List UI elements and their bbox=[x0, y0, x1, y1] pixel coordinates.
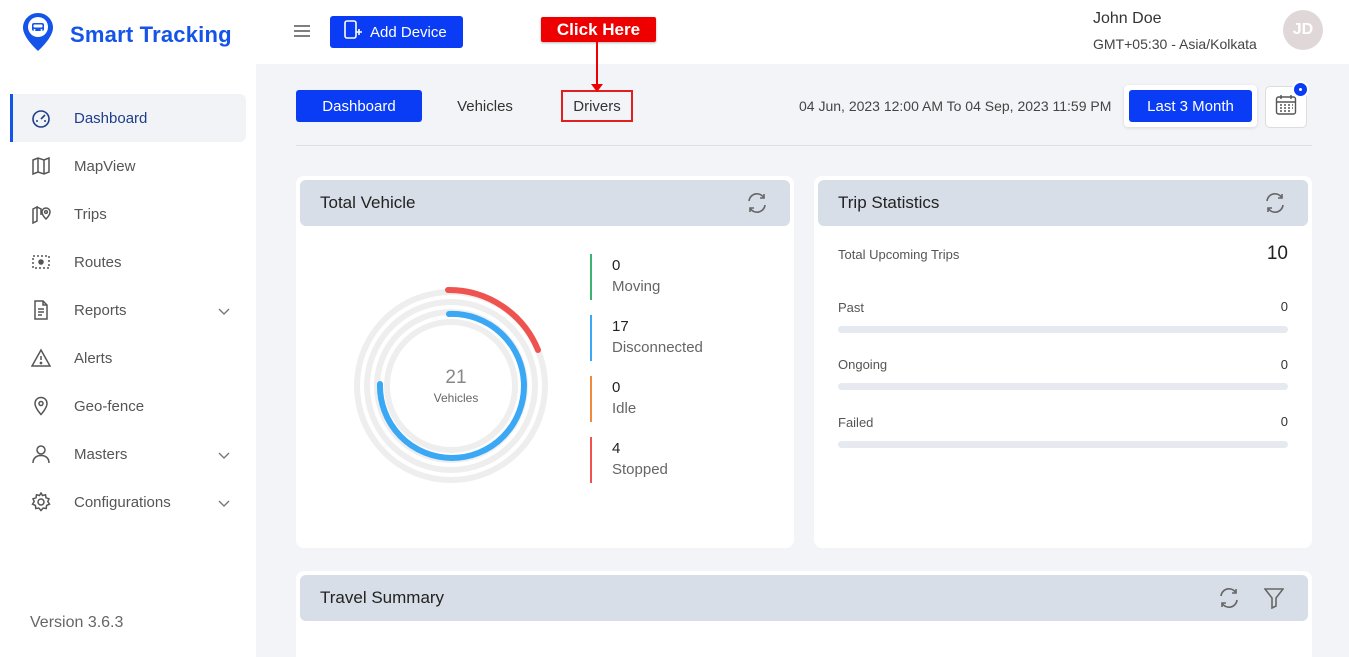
sidebar-item-label: Geo-fence bbox=[74, 397, 145, 415]
sidebar-item-label: Dashboard bbox=[74, 109, 148, 127]
sidebar-item-reports[interactable]: Reports bbox=[10, 286, 246, 334]
sidebar: Smart Tracking Dashboard MapView Trips R… bbox=[0, 0, 256, 657]
trip-past-bar bbox=[838, 326, 1288, 333]
date-preset-wrapper: Last 3 Month bbox=[1124, 85, 1257, 127]
click-here-callout: Click Here bbox=[541, 17, 656, 42]
trip-statistics-card: Trip Statistics Total Upcoming Trips 10 … bbox=[814, 176, 1312, 548]
chevron-down-icon[interactable] bbox=[218, 303, 230, 320]
callout-line bbox=[596, 42, 598, 86]
sidebar-item-label: Trips bbox=[74, 205, 107, 223]
status-idle[interactable]: 0 Idle bbox=[590, 376, 740, 422]
version-label: Version 3.6.3 bbox=[30, 614, 124, 631]
brand[interactable]: Smart Tracking bbox=[22, 12, 232, 57]
sidebar-item-mapview[interactable]: MapView bbox=[10, 142, 246, 190]
sidebar-item-trips[interactable]: Trips bbox=[10, 190, 246, 238]
add-device-button[interactable]: Add Device bbox=[330, 16, 463, 48]
trip-ongoing-label: Ongoing bbox=[838, 357, 888, 372]
trip-failed-value: 0 bbox=[1280, 414, 1288, 429]
avatar[interactable]: JD bbox=[1283, 10, 1323, 50]
trip-past-value: 0 bbox=[1280, 299, 1288, 314]
status-stopped[interactable]: 4 Stopped bbox=[590, 437, 740, 483]
callout-arrow-icon bbox=[591, 84, 603, 92]
location-pin-icon bbox=[30, 395, 52, 417]
status-value: 0 bbox=[612, 257, 621, 274]
sidebar-item-routes[interactable]: Routes bbox=[10, 238, 246, 286]
date-preset-button[interactable]: Last 3 Month bbox=[1129, 90, 1252, 122]
tabs-divider bbox=[296, 145, 1312, 146]
refresh-icon[interactable] bbox=[1264, 192, 1286, 219]
tab-dashboard[interactable]: Dashboard bbox=[296, 90, 422, 122]
sidebar-item-label: Reports bbox=[74, 301, 127, 319]
upcoming-trips-label: Total Upcoming Trips bbox=[838, 247, 960, 262]
status-label: Idle bbox=[612, 400, 637, 417]
tab-drivers[interactable]: Drivers bbox=[561, 90, 633, 122]
status-label: Stopped bbox=[612, 461, 668, 478]
date-range-text: 04 Jun, 2023 12:00 AM To 04 Sep, 2023 11… bbox=[799, 98, 1112, 114]
total-vehicle-header: Total Vehicle bbox=[300, 180, 790, 226]
gear-icon bbox=[30, 491, 52, 513]
user-icon bbox=[30, 443, 52, 465]
trip-past-label: Past bbox=[838, 300, 865, 315]
refresh-icon[interactable] bbox=[1218, 587, 1240, 614]
travel-summary-title: Travel Summary bbox=[320, 588, 445, 607]
travel-summary-card: Travel Summary bbox=[296, 571, 1312, 657]
status-label: Moving bbox=[612, 278, 661, 295]
status-value: 4 bbox=[612, 440, 621, 457]
refresh-icon[interactable] bbox=[746, 192, 768, 219]
total-vehicles-label: Vehicles bbox=[433, 391, 479, 405]
status-label: Disconnected bbox=[612, 339, 703, 356]
upcoming-trips-value: 10 bbox=[1266, 243, 1288, 264]
total-vehicle-title: Total Vehicle bbox=[320, 193, 416, 212]
user-timezone: GMT+05:30 - Asia/Kolkata bbox=[1093, 36, 1257, 52]
topbar: Add Device John Doe GMT+05:30 - Asia/Kol… bbox=[256, 0, 1349, 64]
brand-name: Smart Tracking bbox=[70, 21, 232, 47]
trips-icon bbox=[30, 203, 52, 225]
hamburger-menu-icon[interactable] bbox=[294, 24, 310, 42]
trip-statistics-header: Trip Statistics bbox=[818, 180, 1308, 226]
reports-icon bbox=[30, 299, 52, 321]
add-device-label: Add Device bbox=[370, 23, 447, 41]
status-moving[interactable]: 0 Moving bbox=[590, 254, 740, 300]
map-icon bbox=[30, 155, 52, 177]
status-value: 17 bbox=[612, 318, 629, 335]
sidebar-nav: Dashboard MapView Trips Routes Reports A… bbox=[10, 94, 246, 526]
total-vehicle-card: Total Vehicle 21 Vehicles 0 Moving 17 Di… bbox=[296, 176, 794, 548]
trip-statistics-title: Trip Statistics bbox=[838, 193, 940, 212]
sidebar-item-configurations[interactable]: Configurations bbox=[10, 478, 246, 526]
add-device-icon bbox=[344, 20, 362, 44]
trip-ongoing-value: 0 bbox=[1280, 357, 1288, 372]
filter-icon[interactable] bbox=[1263, 587, 1285, 614]
trip-failed-label: Failed bbox=[838, 415, 874, 430]
chevron-down-icon[interactable] bbox=[218, 495, 230, 512]
sidebar-item-label: Configurations bbox=[74, 493, 171, 511]
sidebar-item-alerts[interactable]: Alerts bbox=[10, 334, 246, 382]
status-disconnected[interactable]: 17 Disconnected bbox=[590, 315, 740, 361]
user-name: John Doe bbox=[1093, 10, 1162, 27]
tab-vehicles[interactable]: Vehicles bbox=[444, 90, 526, 122]
sidebar-item-geofence[interactable]: Geo-fence bbox=[10, 382, 246, 430]
sidebar-item-label: Routes bbox=[74, 253, 122, 271]
trip-failed-bar bbox=[838, 441, 1288, 448]
calendar-notification-dot bbox=[1292, 81, 1309, 98]
routes-icon bbox=[30, 251, 52, 273]
sidebar-item-label: Masters bbox=[74, 445, 128, 463]
chevron-down-icon[interactable] bbox=[218, 447, 230, 464]
dashboard-icon bbox=[30, 107, 52, 129]
sidebar-item-label: Alerts bbox=[74, 349, 113, 367]
total-vehicles-value: 21 bbox=[445, 367, 467, 388]
status-value: 0 bbox=[612, 379, 621, 396]
sidebar-item-label: MapView bbox=[74, 157, 136, 175]
trip-ongoing-bar bbox=[838, 383, 1288, 390]
alert-icon bbox=[30, 347, 52, 369]
travel-summary-header: Travel Summary bbox=[300, 575, 1308, 621]
calendar-icon bbox=[1275, 94, 1297, 121]
sidebar-item-dashboard[interactable]: Dashboard bbox=[10, 94, 246, 142]
logo-pin-icon bbox=[22, 12, 54, 57]
sidebar-item-masters[interactable]: Masters bbox=[10, 430, 246, 478]
